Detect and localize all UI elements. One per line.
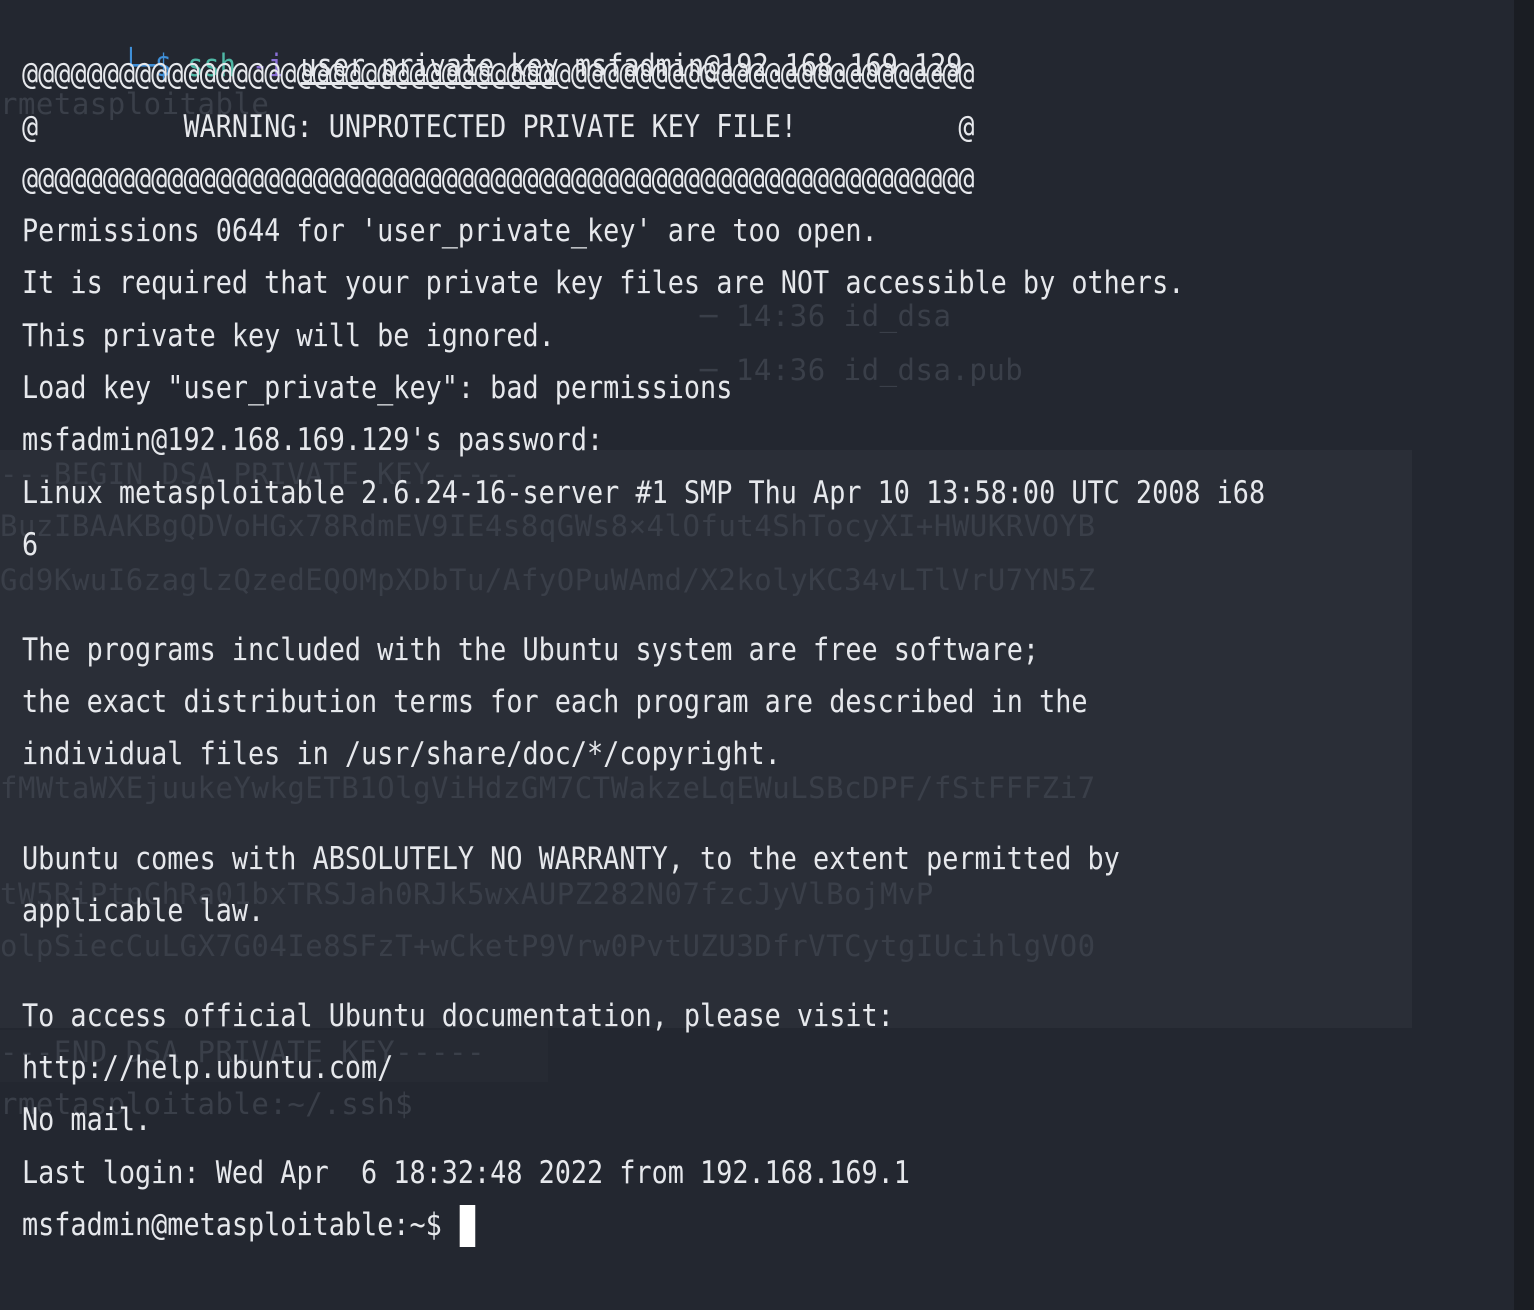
output-line: No mail. [22, 1102, 152, 1139]
output-line: To access official Ubuntu documentation,… [22, 997, 894, 1034]
output-line: Last login: Wed Apr 6 18:32:48 2022 from… [22, 1154, 910, 1191]
command-line: └─$ ssh -i user_private_key msfadmin@192… [0, 0, 1308, 84]
output-line: the exact distribution terms for each pr… [22, 683, 1088, 720]
output-line: Load key "user_private_key": bad permiss… [22, 370, 733, 407]
output-line: @@@@@@@@@@@@@@@@@@@@@@@@@@@@@@@@@@@@@@@@… [22, 56, 975, 93]
output-line: Ubuntu comes with ABSOLUTELY NO WARRANTY… [22, 840, 1120, 877]
output-line: Permissions 0644 for 'user_private_key' … [22, 213, 878, 250]
output-line: Linux metasploitable 2.6.24-16-server #1… [22, 474, 1266, 511]
output-line: msfadmin@192.168.169.129's password: [22, 422, 604, 459]
output-line: It is required that your private key fil… [22, 265, 1185, 302]
output-line: individual files in /usr/share/doc/*/cop… [22, 736, 781, 773]
shell-prompt: msfadmin@metasploitable:~$ [22, 1206, 458, 1243]
output-line: This private key will be ignored. [22, 317, 555, 354]
prompt-line[interactable]: msfadmin@metasploitable:~$ [22, 1203, 1311, 1255]
output-line: http://help.ubuntu.com/ [22, 1049, 394, 1086]
output-line: 6 [22, 526, 39, 563]
scrollbar[interactable] [1514, 0, 1534, 1310]
output-line: @ WARNING: UNPROTECTED PRIVATE KEY FILE!… [22, 108, 975, 145]
output-line: @@@@@@@@@@@@@@@@@@@@@@@@@@@@@@@@@@@@@@@@… [22, 160, 975, 197]
output-line: applicable law. [22, 893, 265, 930]
output-line: The programs included with the Ubuntu sy… [22, 631, 1040, 668]
text-cursor[interactable] [459, 1205, 476, 1248]
terminal-output: └─$ ssh -i user_private_key msfadmin@192… [22, 0, 1512, 1255]
terminal-window[interactable]: rmetasploitable ─ 14:36 id_dsa ─ 14:36 i… [0, 0, 1514, 1310]
